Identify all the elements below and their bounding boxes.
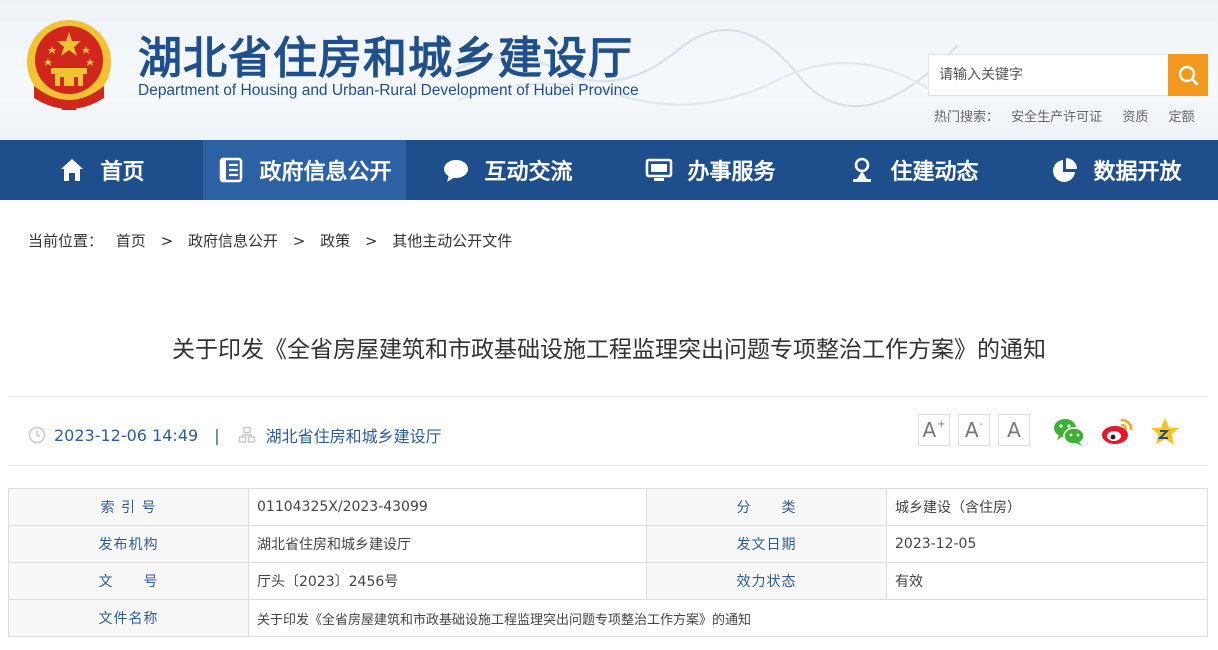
index-number-value: 01104325X/2023-43099: [248, 488, 647, 526]
font-decrease-button[interactable]: A-: [958, 414, 990, 446]
nav-item-interaction[interactable]: 互动交流: [406, 140, 609, 200]
table-row: 发布机构 湖北省住房和城乡建设厅 发文日期 2023-12-05: [8, 525, 1208, 563]
breadcrumb-separator: >: [364, 232, 378, 250]
national-emblem-icon: [27, 20, 111, 110]
breadcrumb-link-other-files[interactable]: 其他主动公开文件: [392, 232, 512, 250]
search-button[interactable]: [1168, 54, 1208, 96]
search-icon: [1178, 65, 1199, 86]
file-name-value: 关于印发《全省房屋建筑和市政基础设施工程监理突出问题专项整治工作方案》的通知: [248, 599, 1208, 637]
clock-icon: [28, 426, 46, 444]
pin-icon: [853, 157, 872, 182]
breadcrumb-separator: >: [160, 232, 174, 250]
breadcrumb-link-home[interactable]: 首页: [116, 232, 146, 250]
font-increase-mark: +: [937, 418, 946, 430]
validity-value: 有效: [886, 562, 1208, 600]
site-subtitle: Department of Housing and Urban-Rural De…: [138, 82, 639, 99]
nav-label: 办事服务: [687, 160, 776, 185]
breadcrumb-link-gov-info[interactable]: 政府信息公开: [188, 232, 278, 250]
doc-number-label: 文 号: [8, 562, 249, 600]
favorite-icon[interactable]: [1148, 415, 1182, 449]
table-row: 文件名称 关于印发《全省房屋建筑和市政基础设施工程监理突出问题专项整治工作方案》…: [8, 599, 1208, 637]
article-source: 湖北省住房和城乡建设厅: [265, 427, 442, 446]
category-label: 分 类: [646, 488, 887, 526]
table-row: 索 引 号 01104325X/2023-43099 分 类 城乡建设（含住房）: [8, 488, 1208, 526]
document-info-table: 索 引 号 01104325X/2023-43099 分 类 城乡建设（含住房）…: [8, 488, 1208, 637]
article-title: 关于印发《全省房屋建筑和市政基础设施工程监理突出问题专项整治工作方案》的通知: [172, 337, 1046, 363]
hot-search: 热门搜索： 安全生产许可证 资质 定额: [934, 106, 1210, 125]
file-name-label: 文件名称: [8, 599, 249, 637]
font-increase-label: A: [922, 418, 937, 442]
monitor-icon: [646, 158, 673, 181]
hot-search-link[interactable]: 资质: [1122, 110, 1148, 125]
document-icon: [220, 157, 243, 183]
wechat-icon[interactable]: [1052, 415, 1086, 449]
weibo-icon[interactable]: [1100, 415, 1134, 449]
issue-date-value: 2023-12-05: [886, 525, 1208, 563]
breadcrumb-separator: >: [292, 232, 306, 250]
hot-search-link[interactable]: 定额: [1168, 110, 1194, 125]
hot-search-link[interactable]: 安全生产许可证: [1011, 110, 1102, 125]
nav-label: 首页: [100, 160, 145, 185]
nav-item-services[interactable]: 办事服务: [609, 140, 812, 200]
site-title[interactable]: 湖北省住房和城乡建设厅: [138, 22, 633, 86]
nav-item-gov-info[interactable]: 政府信息公开: [203, 140, 406, 200]
publisher-value: 湖北省住房和城乡建设厅: [248, 525, 647, 563]
breadcrumb-link-policy[interactable]: 政策: [320, 232, 350, 250]
article-meta-bar: 2023-12-06 14:49 | 湖北省住房和城乡建设厅 A + A- A: [8, 396, 1208, 466]
meta-divider: |: [214, 425, 220, 445]
article-meta: 2023-12-06 14:49 | 湖北省住房和城乡建设厅: [28, 423, 442, 447]
nav-label: 互动交流: [484, 160, 573, 185]
nav-item-news[interactable]: 住建动态: [812, 140, 1015, 200]
search-input[interactable]: [928, 54, 1168, 96]
issue-date-label: 发文日期: [646, 525, 887, 563]
font-decrease-mark: -: [979, 418, 984, 430]
font-decrease-label: A: [964, 418, 979, 442]
chat-icon: [444, 160, 469, 182]
nav-label: 数据开放: [1093, 160, 1182, 185]
home-icon: [61, 159, 84, 181]
font-increase-button[interactable]: A +: [918, 414, 950, 446]
nav-item-home[interactable]: 首页: [0, 140, 203, 200]
hot-search-label: 热门搜索：: [934, 110, 1000, 125]
font-reset-label: A: [1007, 418, 1021, 442]
validity-label: 效力状态: [646, 562, 887, 600]
category-value: 城乡建设（含住房）: [886, 488, 1208, 526]
font-reset-button[interactable]: A: [998, 414, 1030, 446]
main-nav: 首页 政府信息公开 互动交流 办事服务 住建动态 数据开放: [0, 140, 1218, 200]
nav-label: 住建动态: [890, 160, 979, 185]
pie-icon: [1053, 158, 1078, 182]
site-header: 湖北省住房和城乡建设厅 Department of Housing and Ur…: [0, 0, 1218, 140]
search-box: [928, 54, 1208, 96]
org-icon: [238, 426, 255, 443]
index-number-label: 索 引 号: [8, 488, 249, 526]
publish-datetime: 2023-12-06 14:49: [54, 425, 199, 445]
breadcrumb: 当前位置： 首页 > 政府信息公开 > 政策 > 其他主动公开文件: [28, 230, 512, 251]
doc-number-value: 厅头〔2023〕2456号: [248, 562, 647, 600]
publisher-label: 发布机构: [8, 525, 249, 563]
nav-label: 政府信息公开: [259, 160, 392, 185]
breadcrumb-label: 当前位置：: [28, 232, 104, 250]
table-row: 文 号 厅头〔2023〕2456号 效力状态 有效: [8, 562, 1208, 600]
nav-item-open-data[interactable]: 数据开放: [1015, 140, 1218, 200]
